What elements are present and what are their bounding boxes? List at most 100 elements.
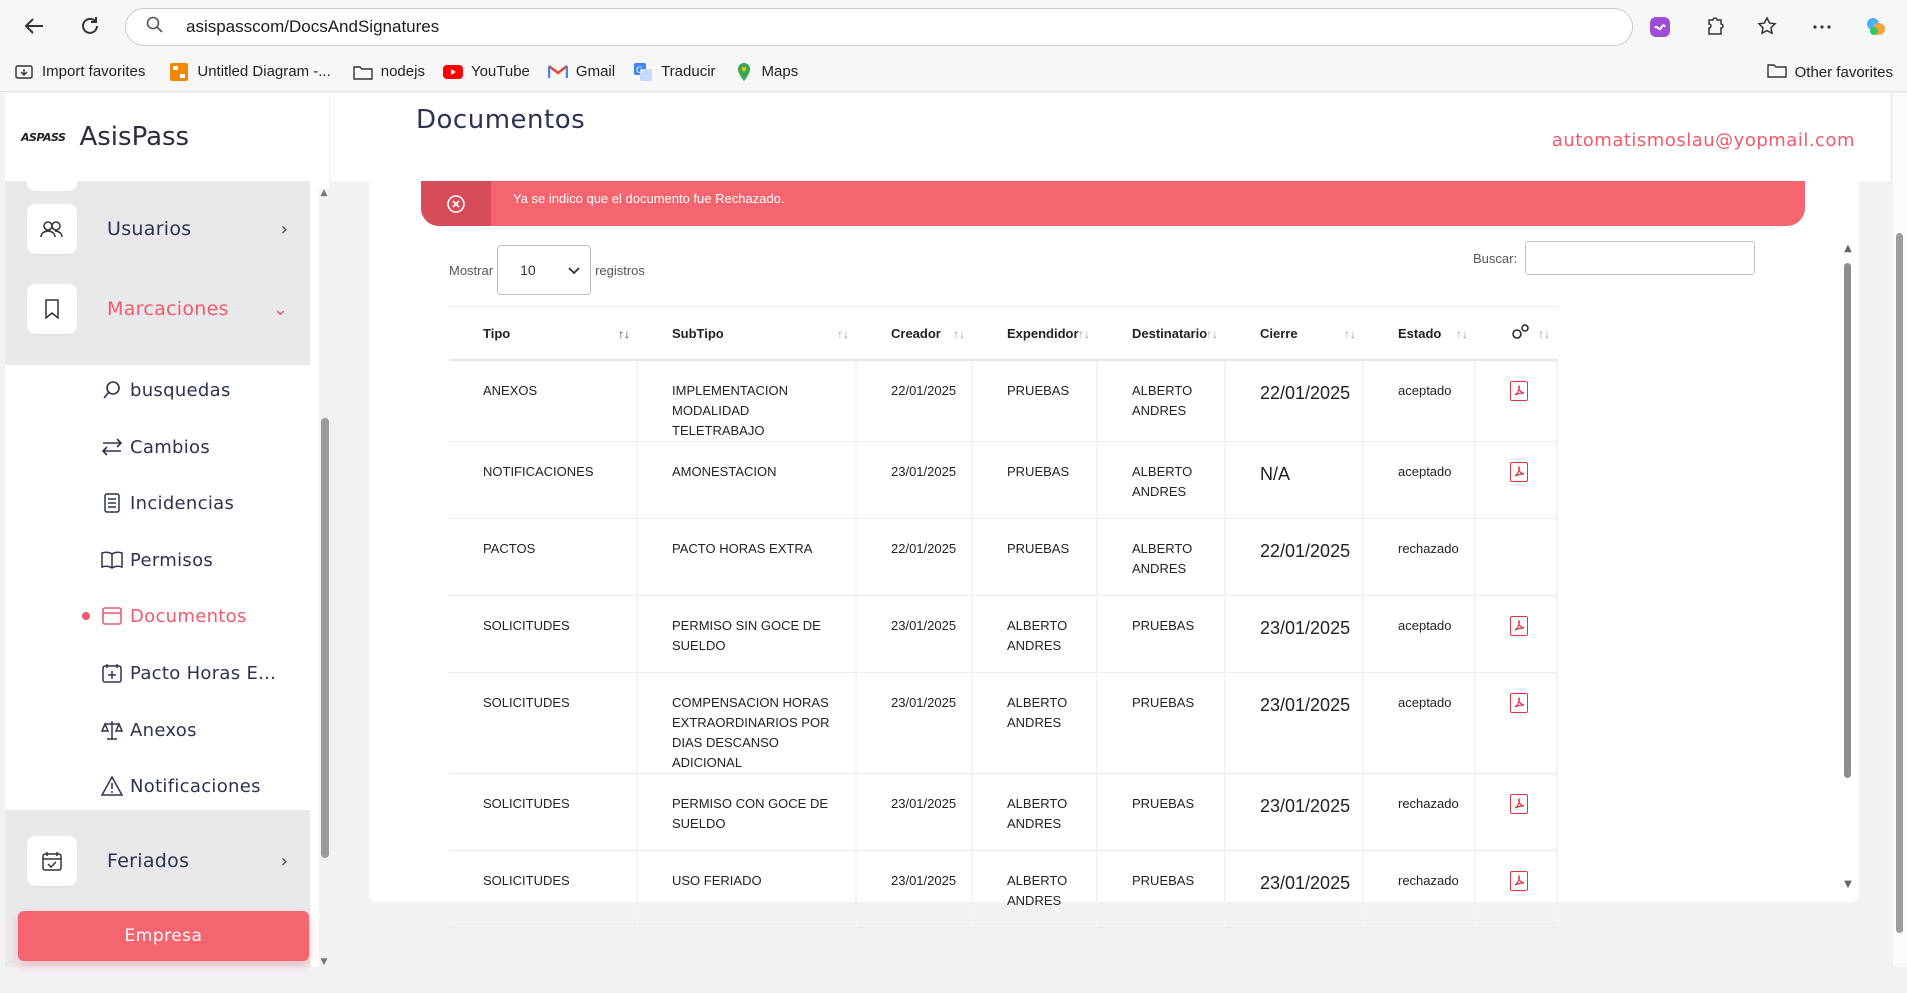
favorites-icon[interactable] bbox=[1755, 14, 1781, 40]
bookmark-gmail[interactable]: Gmail bbox=[547, 63, 615, 81]
refresh-icon[interactable] bbox=[72, 8, 108, 44]
bookmark-maps[interactable]: Maps bbox=[734, 62, 798, 81]
pdf-icon[interactable] bbox=[1510, 381, 1528, 401]
sort-icon[interactable]: ↑↓ bbox=[1206, 327, 1218, 341]
empresa-button[interactable]: Empresa bbox=[18, 911, 309, 961]
column-header-subtipo[interactable]: SubTipo ↑↓ bbox=[638, 306, 857, 361]
extensions-icon[interactable] bbox=[1701, 14, 1727, 40]
cell-cierre: N/A bbox=[1226, 442, 1364, 519]
sort-icon[interactable]: ↑↓ bbox=[1078, 327, 1090, 341]
pdf-icon[interactable] bbox=[1510, 616, 1528, 636]
scroll-up-icon[interactable]: ▲ bbox=[319, 188, 329, 198]
gears-icon bbox=[1510, 323, 1530, 344]
entries-select[interactable]: 10 bbox=[497, 245, 592, 295]
submenu-item-cambios[interactable]: Cambios bbox=[100, 432, 210, 462]
user-email[interactable]: automatismoslau@yopmail.com bbox=[1552, 130, 1855, 151]
cell-actions bbox=[1476, 851, 1558, 928]
scroll-down-icon[interactable]: ▼ bbox=[1842, 879, 1854, 890]
submenu-item-documentos[interactable]: Documentos bbox=[82, 601, 247, 631]
sort-icon[interactable]: ↑↓ bbox=[1456, 327, 1468, 341]
submenu-label: Incidencias bbox=[130, 492, 235, 514]
column-header-tipo[interactable]: Tipo ↑↓ bbox=[449, 306, 638, 361]
more-icon[interactable] bbox=[1809, 14, 1835, 40]
copilot-icon[interactable] bbox=[1647, 14, 1673, 40]
url-text: asispasscom/DocsAndSignatures bbox=[186, 17, 440, 36]
submenu-item-pacto-horas[interactable]: Pacto Horas E... bbox=[100, 658, 276, 688]
submenu-label: Notificaciones bbox=[130, 775, 261, 797]
address-bar[interactable]: asispasscom/DocsAndSignatures bbox=[125, 8, 1633, 46]
brand: ASPASS AsisPass bbox=[5, 93, 329, 181]
back-icon[interactable] bbox=[16, 8, 52, 44]
scrollbar-thumb[interactable] bbox=[321, 418, 329, 858]
header-label: Cierre bbox=[1260, 325, 1298, 341]
cell-expendidor: ALBERTO ANDRES bbox=[973, 851, 1098, 928]
submenu-item-anexos[interactable]: Anexos bbox=[100, 715, 197, 745]
column-header-estado[interactable]: Estado ↑↓ bbox=[1364, 306, 1476, 361]
sort-asc-icon[interactable]: ↑↓ bbox=[618, 327, 630, 341]
column-header-actions[interactable]: ↑↓ bbox=[1476, 306, 1558, 361]
pdf-icon[interactable] bbox=[1510, 871, 1528, 891]
search-input[interactable] bbox=[1525, 241, 1756, 275]
chevron-down-icon bbox=[568, 262, 580, 278]
sidebar-item-marcaciones[interactable]: Marcaciones ⌄ bbox=[5, 269, 310, 349]
search-label: Buscar: bbox=[1473, 250, 1518, 266]
close-circle-icon[interactable] bbox=[421, 181, 491, 226]
sort-icon[interactable]: ↑↓ bbox=[953, 327, 965, 341]
cell-destinatario: PRUEBAS bbox=[1098, 673, 1226, 774]
sort-icon[interactable]: ↑↓ bbox=[1344, 327, 1356, 341]
scrollbar-thumb[interactable] bbox=[1896, 233, 1903, 933]
sort-icon[interactable]: ↑↓ bbox=[1538, 327, 1550, 341]
table-row: PACTOS PACTO HORAS EXTRA 22/01/2025 PRUEBAS… bbox=[449, 519, 1558, 596]
table-row: SOLICITUDES USO FERIADO 23/01/2025 ALBERTO … bbox=[449, 851, 1558, 928]
header-label: Expendidor bbox=[1007, 325, 1079, 341]
sidebar-item-label: Feriados bbox=[107, 850, 190, 872]
column-header-cierre[interactable]: Cierre ↑↓ bbox=[1226, 306, 1364, 361]
cell-subtipo: PERMISO SIN GOCE DE SUELDO bbox=[638, 596, 857, 673]
bookmark-label: Untitled Diagram -... bbox=[197, 63, 331, 80]
pdf-icon[interactable] bbox=[1510, 693, 1528, 713]
submenu-item-permisos[interactable]: Permisos bbox=[100, 545, 213, 575]
folder-icon bbox=[353, 63, 373, 81]
sidebar-item-usuarios[interactable]: Usuarios › bbox=[5, 189, 310, 269]
sidebar-menu: Usuarios › Marcaciones ⌄ busquedas Cambi… bbox=[5, 175, 310, 967]
cell-cierre: 23/01/2025 bbox=[1226, 774, 1364, 851]
drawio-icon bbox=[169, 62, 189, 81]
copilot-app-icon[interactable] bbox=[1863, 14, 1889, 40]
column-header-destinatario[interactable]: Destinatario ↑↓ bbox=[1098, 306, 1226, 361]
submenu-item-incidencias[interactable]: Incidencias bbox=[100, 488, 234, 518]
cell-expendidor: PRUEBAS bbox=[973, 442, 1098, 519]
cell-subtipo: PERMISO CON GOCE DE SUELDO bbox=[638, 774, 857, 851]
page-scrollbar[interactable] bbox=[1893, 93, 1907, 967]
cell-subtipo: IMPLEMENTACION MODALIDAD TELETRABAJO bbox=[638, 361, 857, 442]
bookmark-youtube[interactable]: YouTube bbox=[442, 63, 530, 81]
cell-expendidor: ALBERTO ANDRES bbox=[973, 774, 1098, 851]
cell-subtipo: AMONESTACION bbox=[638, 442, 857, 519]
scroll-down-icon[interactable]: ▼ bbox=[319, 957, 329, 967]
submenu-item-notificaciones[interactable]: Notificaciones bbox=[100, 771, 261, 801]
sidebar-item-feriados[interactable]: Feriados › bbox=[5, 821, 310, 901]
cell-cierre: 23/01/2025 bbox=[1226, 596, 1364, 673]
cell-expendidor: ALBERTO ANDRES bbox=[973, 596, 1098, 673]
bookmark-nodejs[interactable]: nodejs bbox=[353, 63, 425, 81]
pdf-icon[interactable] bbox=[1510, 794, 1528, 814]
submenu-item-busquedas[interactable]: busquedas bbox=[100, 375, 231, 405]
sidebar: ASPASS AsisPass Usuarios › Marcaciones ⌄ bbox=[5, 93, 329, 967]
bookmark-traducir[interactable]: G Traducir bbox=[633, 62, 716, 81]
cell-expendidor: PRUEBAS bbox=[973, 361, 1098, 442]
bookmark-other-favorites[interactable]: Other favorites bbox=[1766, 52, 1893, 92]
scroll-up-icon[interactable]: ▲ bbox=[1842, 243, 1854, 254]
pdf-icon[interactable] bbox=[1510, 462, 1528, 482]
cell-cierre: 23/01/2025 bbox=[1226, 851, 1364, 928]
chevron-down-icon: ⌄ bbox=[272, 298, 288, 320]
table-scrollbar[interactable]: ▲ ▼ bbox=[1842, 243, 1854, 893]
bookmark-untitled-diagram[interactable]: Untitled Diagram -... bbox=[169, 62, 331, 81]
column-header-expendidor[interactable]: Expendidor ↑↓ bbox=[973, 306, 1098, 361]
header-label: SubTipo bbox=[672, 325, 724, 341]
bookmark-label: nodejs bbox=[380, 63, 425, 80]
column-header-creador[interactable]: Creador ↑↓ bbox=[857, 306, 973, 361]
sort-icon[interactable]: ↑↓ bbox=[837, 327, 849, 341]
bookmark-import-favorites[interactable]: Import favorites bbox=[14, 63, 145, 81]
page-header: Documentos automatismoslau@yopmail.com bbox=[330, 93, 1890, 181]
scrollbar-thumb[interactable] bbox=[1844, 263, 1851, 778]
sidebar-scrollbar[interactable]: ▲ ▼ bbox=[319, 188, 329, 967]
